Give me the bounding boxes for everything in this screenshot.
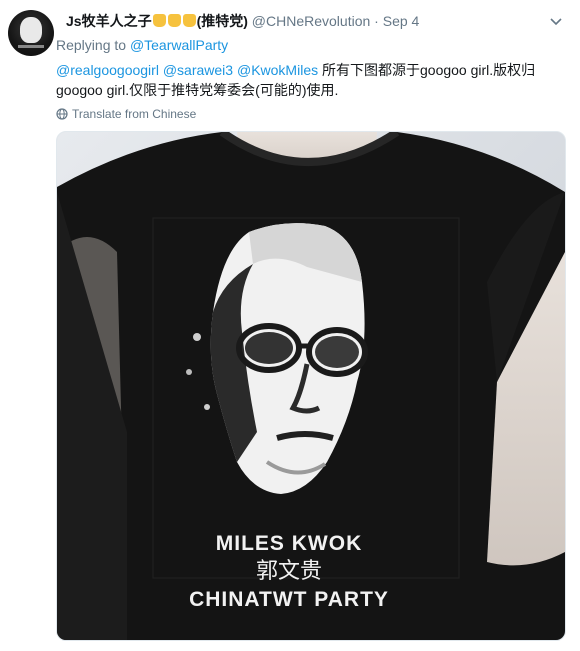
display-name[interactable]: Js牧羊人之子 [66,13,152,29]
replying-prefix: Replying to [56,37,127,53]
tweet-date[interactable]: Sep 4 [383,13,420,29]
replying-to-line: Replying to @TearwallParty [56,37,228,53]
shirt-text-line3: CHINATWT PARTY [189,588,389,611]
user-handle[interactable]: @CHNeRevolution [252,13,370,29]
raised-fist-icon [167,14,181,27]
mention-link[interactable]: @sarawei3 [163,62,233,78]
chevron-down-icon[interactable] [548,14,564,30]
replying-to-link[interactable]: @TearwallParty [130,37,228,53]
mention-link[interactable]: @KwokMiles [237,62,318,78]
translate-label: Translate from Chinese [72,107,197,121]
tweet-text-line1: 所有下图都源于googoo girl.版权归 [322,62,536,78]
mention-link[interactable]: @realgoogoogirl [56,62,159,78]
shirt-text-line2: 郭文贵 [256,559,322,584]
tweet-header: Js牧羊人之子 (推特党) @CHNeRevolution · Sep 4 [66,12,536,30]
tweet-media-image[interactable]: MILES KWOK 郭文贵 CHINATWT PARTY [56,131,566,641]
raised-fist-icon [182,14,196,27]
avatar-caption [18,45,44,48]
globe-icon [56,108,68,120]
tweet-text: @realgoogoogirl @sarawei3 @KwokMiles 所有下… [56,60,566,100]
raised-fist-icon [152,14,166,27]
tshirt-image: MILES KWOK 郭文贵 CHINATWT PARTY [57,132,565,640]
tweet: Js牧羊人之子 (推特党) @CHNeRevolution · Sep 4 Rep… [0,0,580,651]
shirt-text-line1: MILES KWOK [216,532,363,555]
display-name-suffix[interactable]: (推特党) [197,13,248,29]
separator-dot: · [374,13,379,29]
avatar[interactable] [8,10,54,56]
translate-link[interactable]: Translate from Chinese [56,107,196,121]
avatar-face [20,17,42,43]
tweet-text-line2: googoo girl.仅限于推特党筹委会(可能的)使用. [56,82,339,98]
